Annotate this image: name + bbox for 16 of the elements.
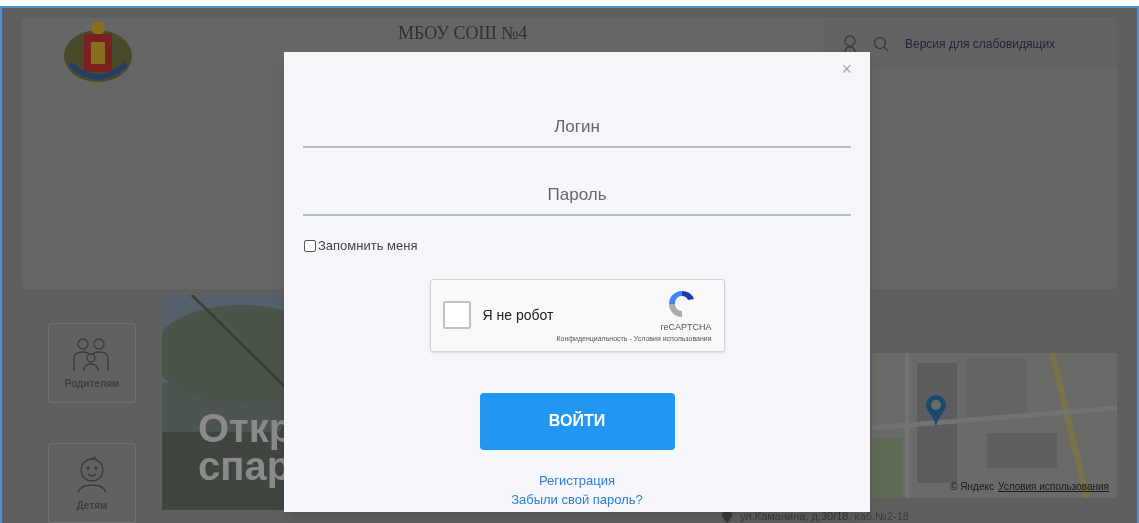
close-button[interactable]: ×: [841, 60, 852, 78]
map-attribution: © Яндекс: [950, 480, 994, 494]
captcha-brand: reCAPTCHA: [660, 320, 712, 334]
accessibility-link[interactable]: Версия для слабовидящих: [905, 35, 1056, 53]
user-icon[interactable]: [843, 35, 857, 53]
map-terms-link[interactable]: Условия использования: [998, 479, 1109, 494]
text-link[interactable]: Забыли свой пароль?: [511, 490, 643, 508]
captcha-label: Я не робот: [482, 305, 554, 325]
checkbox[interactable]: [304, 239, 316, 252]
school-title: МБОУ СОШ №4: [398, 22, 528, 45]
captcha-checkbox[interactable]: [442, 301, 471, 329]
text-field[interactable]: Логин: [303, 108, 851, 148]
text-link[interactable]: Регистрация: [539, 471, 615, 489]
text-field[interactable]: Пароль: [303, 176, 851, 216]
checkbox-label: Запомнить меня: [318, 237, 418, 255]
login-button[interactable]: ВОЙТИ: [479, 392, 675, 450]
